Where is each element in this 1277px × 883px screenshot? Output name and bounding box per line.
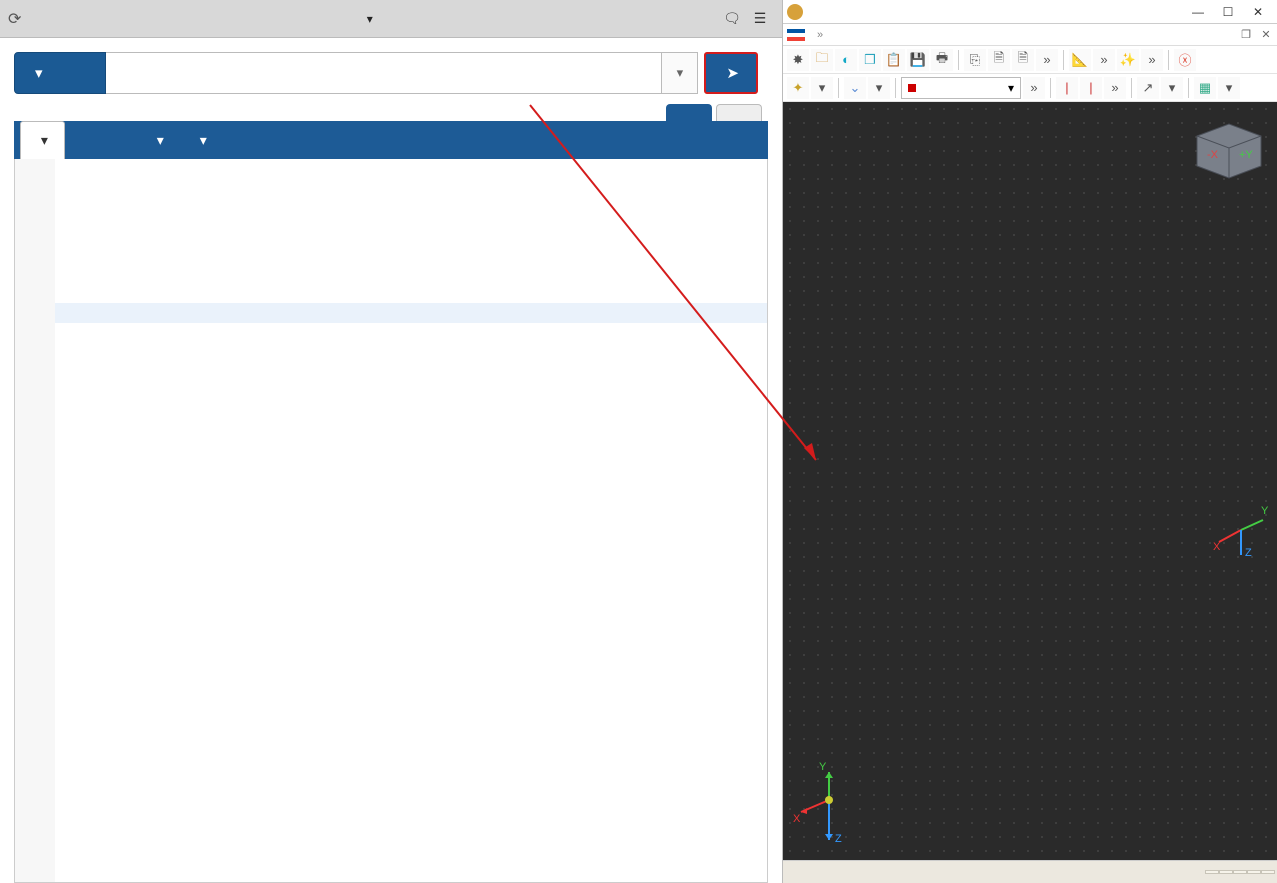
- tab-xml[interactable]: ▾: [20, 121, 65, 159]
- axis2-icon[interactable]: |: [1080, 77, 1102, 99]
- svg-text:X: X: [793, 813, 801, 825]
- status-glines[interactable]: [1247, 870, 1261, 874]
- save-icon[interactable]: 💾: [907, 49, 929, 71]
- svg-text:Y: Y: [1261, 505, 1269, 517]
- filter-icon[interactable]: ⌄: [844, 77, 866, 99]
- overflow5-icon[interactable]: »: [1104, 77, 1126, 99]
- status-lgrid[interactable]: [1233, 870, 1247, 874]
- send-arrow-icon: ➤: [726, 64, 740, 82]
- menu-more-icon[interactable]: »: [817, 29, 823, 41]
- model-viewport[interactable]: -X +Y X Y Z X Y Z: [783, 102, 1277, 861]
- app-icon: [787, 4, 803, 20]
- coord-system-combo[interactable]: ▾: [901, 77, 1021, 99]
- dd3-icon[interactable]: ▾: [1161, 77, 1183, 99]
- wand-icon[interactable]: ✨: [1117, 49, 1139, 71]
- overflow-icon[interactable]: »: [1036, 49, 1058, 71]
- minimize-button[interactable]: —: [1183, 1, 1213, 23]
- overflow2-icon[interactable]: »: [1093, 49, 1115, 71]
- tab-request[interactable]: [666, 104, 712, 121]
- dd2-icon[interactable]: ▾: [868, 77, 890, 99]
- tab-assertion[interactable]: ▾: [180, 121, 223, 159]
- status-snap[interactable]: [1205, 870, 1219, 874]
- tab-auth[interactable]: ▾: [137, 121, 180, 159]
- line-gutter: [15, 159, 55, 882]
- axis1-icon[interactable]: |: [1056, 77, 1078, 99]
- tab-response[interactable]: [716, 104, 762, 121]
- request-row: ▾ ▾ ➤: [0, 38, 782, 98]
- copy-icon[interactable]: ⎘: [964, 49, 986, 71]
- rfem-window: — ☐ ✕ » ❐ ✕ ✸ 🗀 ◐ ❒ 📋 💾 🖶 ⎘ 🗎 🗎 » 📐 » ✨ …: [783, 0, 1277, 883]
- cube-neg-x-label: -X: [1207, 149, 1219, 161]
- request-response-tabs: [666, 104, 782, 121]
- line-tool-icon[interactable]: ↗: [1137, 77, 1159, 99]
- chevron-down-icon: ▾: [35, 64, 43, 82]
- axis-triad-top: X Y Z: [1211, 500, 1271, 560]
- nav-cube[interactable]: -X +Y: [1187, 114, 1267, 184]
- tab-headers[interactable]: [71, 121, 105, 159]
- http-method-dropdown[interactable]: ▾: [14, 52, 106, 94]
- secondary-toolbar: ✦ ▾ ⌄ ▾ ▾ » | | » ↗ ▾ ▦ ▾: [783, 74, 1277, 102]
- block-icon[interactable]: ❒: [859, 49, 881, 71]
- tab-query-string[interactable]: [105, 121, 137, 159]
- restore-down-icon[interactable]: ❐: [1239, 28, 1253, 41]
- print-icon[interactable]: 🖶: [931, 49, 953, 71]
- chevron-down-icon: ▾: [367, 12, 373, 26]
- cloud-icon[interactable]: ◐: [835, 49, 857, 71]
- measure-icon[interactable]: 📐: [1069, 49, 1091, 71]
- doc1-icon[interactable]: 🗎: [988, 49, 1010, 71]
- messages-icon[interactable]: 🗨: [718, 10, 746, 27]
- main-toolbar: ✸ 🗀 ◐ ❒ 📋 💾 🖶 ⎘ 🗎 🗎 » 📐 » ✨ » ⓧ: [783, 46, 1277, 74]
- spark-icon[interactable]: ✦: [787, 77, 809, 99]
- send-button[interactable]: ➤: [704, 52, 758, 94]
- paste-icon[interactable]: 📋: [883, 49, 905, 71]
- url-history-dropdown[interactable]: ▾: [662, 52, 698, 94]
- status-bar: [783, 861, 1277, 883]
- maximize-button[interactable]: ☐: [1213, 1, 1243, 23]
- svg-text:Z: Z: [1245, 547, 1252, 559]
- code-editor[interactable]: [14, 159, 768, 883]
- menu-bar: » ❐ ✕: [783, 24, 1277, 46]
- delete-icon[interactable]: ⓧ: [1174, 49, 1196, 71]
- window-titlebar: — ☐ ✕: [783, 0, 1277, 24]
- status-osnap[interactable]: [1261, 870, 1275, 874]
- code-area[interactable]: [55, 159, 767, 882]
- inner-close-icon[interactable]: ✕: [1259, 28, 1273, 41]
- chevron-down-icon: ▾: [1008, 81, 1014, 95]
- top-toolbar: ⟳ ▾ 🗨 ☰: [0, 0, 782, 38]
- dd1-icon[interactable]: ▾: [811, 77, 833, 99]
- hamburger-icon[interactable]: ☰: [746, 10, 774, 27]
- api-client-panel: ⟳ ▾ 🗨 ☰ ▾ ▾ ➤ ▾ ▾: [0, 0, 783, 883]
- dd4-icon[interactable]: ▾: [1218, 77, 1240, 99]
- overflow4-icon[interactable]: »: [1023, 77, 1045, 99]
- status-grid[interactable]: [1219, 870, 1233, 874]
- svg-text:Z: Z: [835, 833, 842, 845]
- environment-dropdown[interactable]: ▾: [21, 10, 718, 28]
- grid-tool-icon[interactable]: ▦: [1194, 77, 1216, 99]
- language-flag-icon[interactable]: [787, 29, 805, 41]
- url-input[interactable]: [106, 52, 662, 94]
- doc2-icon[interactable]: 🗎: [1012, 49, 1034, 71]
- overflow3-icon[interactable]: »: [1141, 49, 1163, 71]
- dot-grid: [783, 102, 1277, 860]
- cube-pos-y-label: +Y: [1239, 149, 1253, 161]
- body-config-tabs: ▾ ▾ ▾: [14, 121, 768, 159]
- svg-text:X: X: [1213, 541, 1221, 553]
- refresh-icon[interactable]: ⟳: [8, 9, 21, 29]
- svg-text:Y: Y: [819, 761, 827, 773]
- open-folder-icon[interactable]: 🗀: [811, 49, 833, 71]
- close-button[interactable]: ✕: [1243, 1, 1273, 23]
- axis-triad-bottom: X Y Z: [789, 760, 859, 850]
- new-file-icon[interactable]: ✸: [787, 49, 809, 71]
